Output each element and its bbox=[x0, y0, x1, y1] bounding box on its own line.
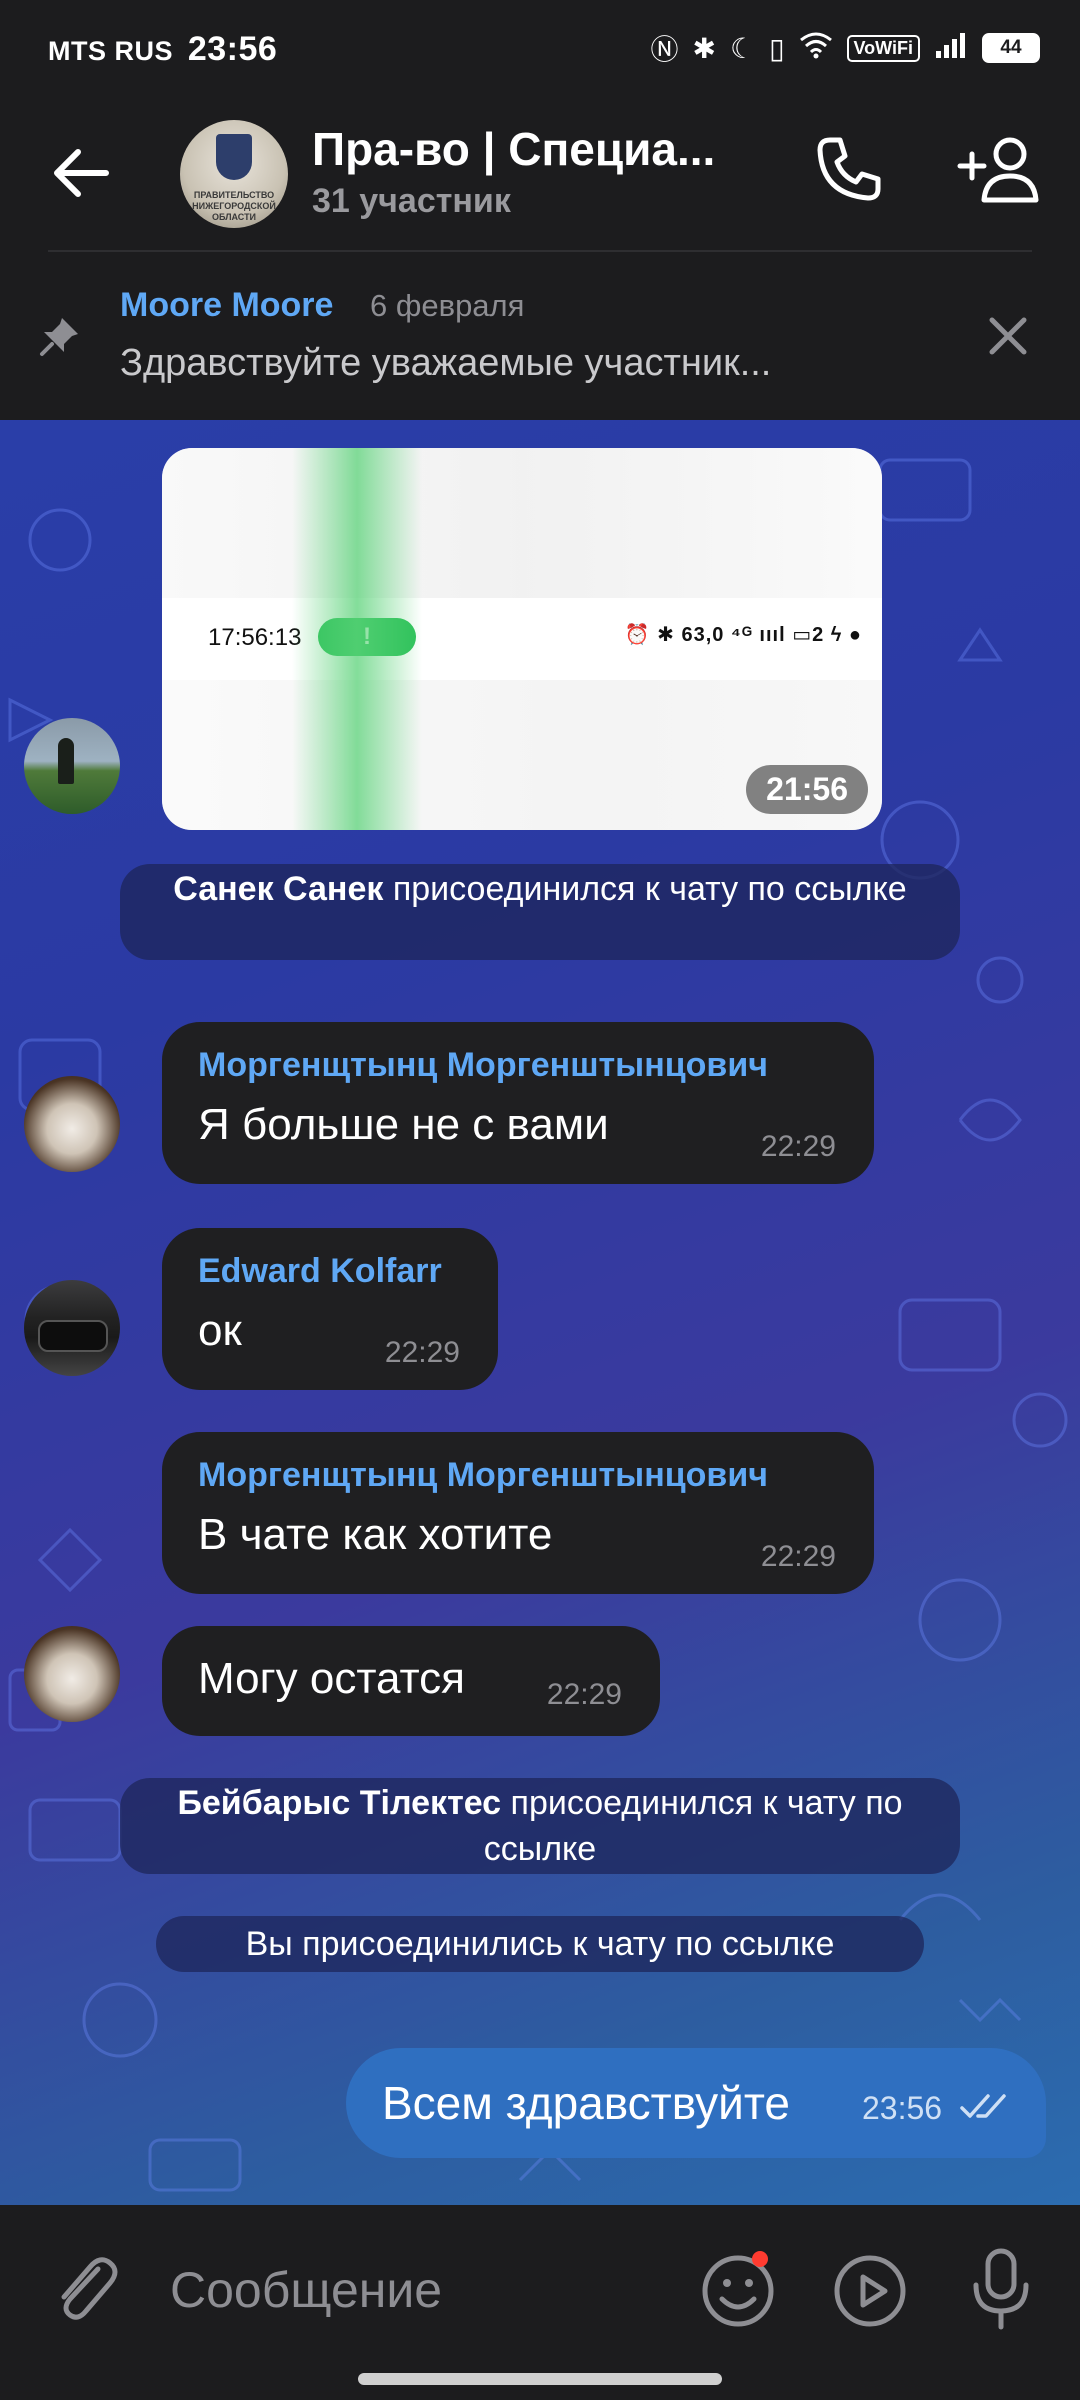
service-text: присоединился к чату по ссылке bbox=[383, 870, 907, 908]
status-left: MTS RUS 23:56 bbox=[48, 30, 277, 69]
status-icons: Ⓝ ✱ ☾ ▯ VoWiFi 44 bbox=[650, 28, 1040, 68]
message-time: 21:56 bbox=[746, 765, 868, 814]
member-count: 31 участник bbox=[312, 182, 511, 220]
service-message: Бейбарыс Тілектес присоединился к чату п… bbox=[120, 1778, 960, 1874]
message-time: 23:56 bbox=[862, 2090, 943, 2126]
message-composer bbox=[0, 2205, 1080, 2400]
photo-strip-icons: ⏰ ✱ 63,0 ⁴ᴳ ıııl ▭2 ϟ ● bbox=[624, 624, 862, 646]
moon-icon: ☾ bbox=[729, 32, 756, 64]
message-time: 22:29 bbox=[546, 1678, 622, 1711]
group-avatar[interactable]: ПРАВИТЕЛЬСТВО НИЖЕГОРОДСКОЙ ОБЛАСТИ bbox=[180, 120, 288, 228]
nfc-icon: Ⓝ bbox=[650, 34, 679, 65]
sender-avatar[interactable] bbox=[24, 1280, 120, 1376]
video-message-button[interactable] bbox=[832, 2253, 908, 2329]
service-text: присоединился к чату по ссылке bbox=[483, 1784, 903, 1868]
chat-title[interactable]: Пра-во | Специа... bbox=[312, 122, 752, 176]
message-bubble[interactable]: Моргенщтынц Моргенштынцович В чате как х… bbox=[162, 1432, 874, 1594]
add-user-icon bbox=[957, 137, 1039, 203]
pinned-author: Moore Moore bbox=[120, 286, 334, 324]
read-checkmarks-icon bbox=[960, 2094, 1006, 2118]
emblem-icon bbox=[216, 134, 252, 180]
voice-message-button[interactable] bbox=[966, 2245, 1036, 2335]
sender-avatar[interactable] bbox=[24, 1626, 120, 1722]
play-circle-icon bbox=[834, 2255, 906, 2327]
avatar-text: ПРАВИТЕЛЬСТВО НИЖЕГОРОДСКОЙ ОБЛАСТИ bbox=[192, 190, 276, 222]
photo-strip-time: 17:56:13 bbox=[208, 624, 302, 651]
phone-icon bbox=[817, 137, 881, 201]
sender-name[interactable]: Edward Kolfarr bbox=[198, 1252, 442, 1291]
sender-name[interactable]: Моргенщтынц Моргенштынцович bbox=[198, 1046, 768, 1085]
service-user-name[interactable]: Санек Санек bbox=[173, 870, 383, 908]
message-bubble[interactable]: Edward Kolfarr ок 22:29 bbox=[162, 1228, 498, 1390]
chat-header: ПРАВИТЕЛЬСТВО НИЖЕГОРОДСКОЙ ОБЛАСТИ Пра-… bbox=[0, 100, 1080, 250]
pinned-date: 6 февраля bbox=[370, 288, 525, 323]
message-input[interactable] bbox=[170, 2255, 650, 2325]
message-text: В чате как хотите bbox=[198, 1510, 553, 1559]
status-clock: 23:56 bbox=[187, 30, 278, 68]
photo-blur-top bbox=[162, 448, 882, 598]
sender-avatar[interactable] bbox=[24, 1076, 120, 1172]
signal-icon bbox=[934, 31, 968, 66]
message-bubble[interactable]: Могу остатся 22:29 bbox=[162, 1626, 660, 1736]
message-time: 22:29 bbox=[760, 1130, 836, 1163]
message-time: 22:29 bbox=[760, 1540, 836, 1573]
notification-dot bbox=[752, 2251, 768, 2267]
battery-icon: 44 bbox=[982, 33, 1040, 63]
outgoing-message-bubble[interactable]: Всем здравствуйте 23:56 bbox=[346, 2048, 1046, 2158]
attach-button[interactable] bbox=[50, 2249, 120, 2329]
call-button[interactable] bbox=[808, 130, 888, 210]
status-bar: MTS RUS 23:56 Ⓝ ✱ ☾ ▯ VoWiFi 44 bbox=[0, 0, 1080, 100]
message-text: Могу остатся bbox=[198, 1654, 466, 1703]
close-icon bbox=[989, 317, 1027, 355]
photo-green-blur bbox=[292, 448, 422, 830]
photo-message[interactable]: 17:56:13 ! ⏰ ✱ 63,0 ⁴ᴳ ıııl ▭2 ϟ ● 21:56 bbox=[162, 448, 882, 830]
close-pinned-button[interactable] bbox=[982, 310, 1034, 362]
arrow-left-icon bbox=[54, 149, 109, 197]
back-button[interactable] bbox=[46, 138, 116, 208]
sender-avatar[interactable] bbox=[24, 718, 120, 814]
service-text: Вы присоединились к чату по ссылке bbox=[245, 1925, 835, 1963]
photo-statusbar-strip: 17:56:13 ! ⏰ ✱ 63,0 ⁴ᴳ ıııl ▭2 ϟ ● bbox=[162, 598, 882, 680]
pin-icon bbox=[38, 314, 82, 358]
message-text: ок bbox=[198, 1306, 242, 1355]
carrier-label: MTS RUS bbox=[48, 36, 173, 66]
service-message: Санек Санек присоединился к чату по ссыл… bbox=[120, 864, 960, 960]
pinned-message-bar[interactable]: Moore Moore 6 февраля Здравствуйте уважа… bbox=[0, 252, 1080, 420]
sender-name[interactable]: Моргенщтынц Моргенштынцович bbox=[198, 1456, 768, 1495]
service-user-name[interactable]: Бейбарыс Тілектес bbox=[177, 1784, 501, 1822]
message-text: Я больше не с вами bbox=[198, 1100, 609, 1149]
pinned-text: Здравствуйте уважаемые участник... bbox=[120, 342, 772, 384]
message-time: 22:29 bbox=[384, 1336, 460, 1369]
vowifi-badge: VoWiFi bbox=[846, 34, 920, 62]
wifi-icon bbox=[799, 31, 833, 66]
service-message: Вы присоединились к чату по ссылке bbox=[156, 1916, 924, 1972]
bluetooth-icon: ✱ bbox=[692, 32, 716, 64]
microphone-icon bbox=[973, 2248, 1029, 2330]
paperclip-icon bbox=[61, 2257, 118, 2320]
add-member-button[interactable] bbox=[956, 130, 1046, 210]
home-indicator[interactable] bbox=[358, 2373, 722, 2385]
message-text: Всем здравствуйте bbox=[382, 2077, 791, 2129]
message-bubble[interactable]: Моргенщтынц Моргенштынцович Я больше не … bbox=[162, 1022, 874, 1184]
chat-area[interactable]: 17:56:13 ! ⏰ ✱ 63,0 ⁴ᴳ ıııl ▭2 ϟ ● 21:56… bbox=[0, 420, 1080, 2205]
vibrate-icon: ▯ bbox=[769, 32, 785, 64]
